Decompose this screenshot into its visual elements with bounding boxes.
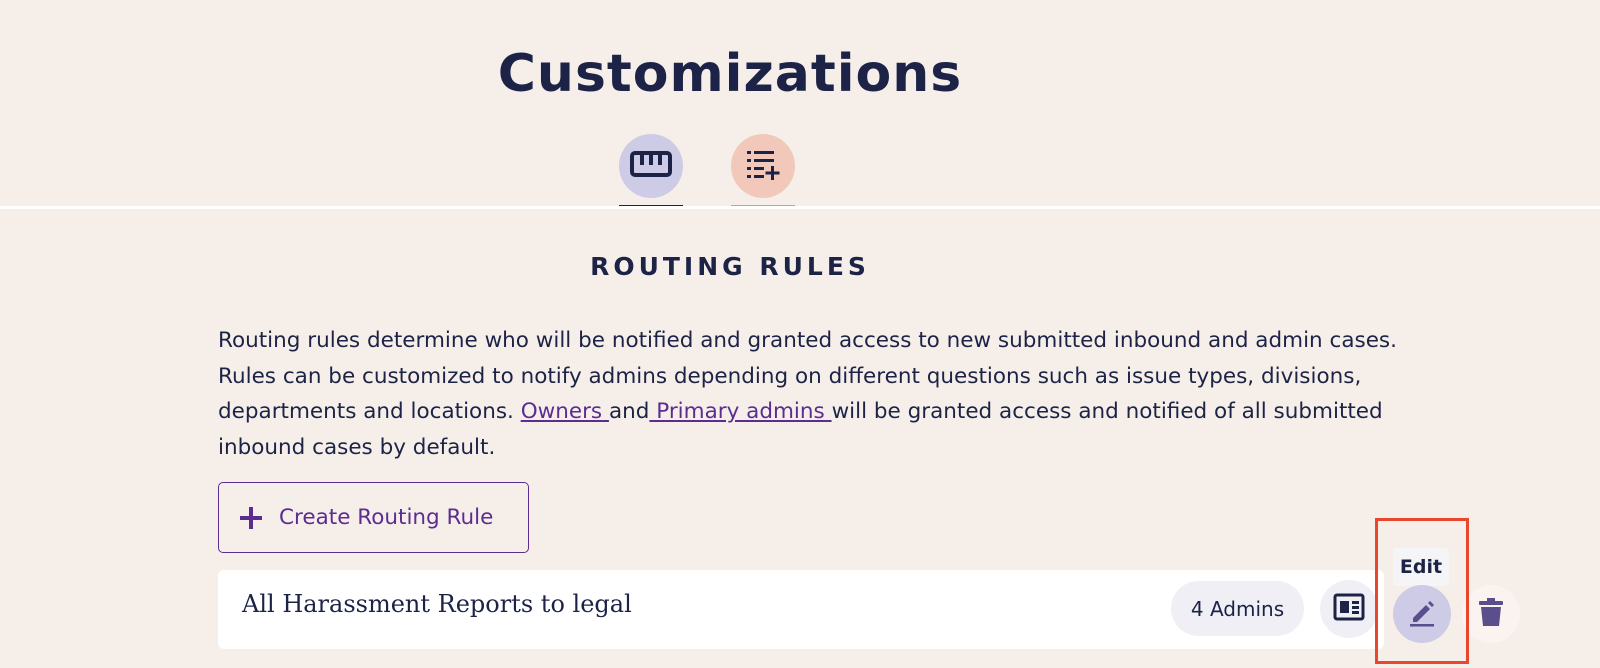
tab-routing-rules[interactable] <box>619 134 683 198</box>
playlist-add-icon <box>746 148 780 184</box>
create-routing-rule-label: Create Routing Rule <box>279 505 494 530</box>
trash-icon <box>1478 597 1504 631</box>
customizations-page: Customizations ROUTING RULES Routing rul… <box>0 0 1600 668</box>
section-heading: ROUTING RULES <box>590 252 870 281</box>
description-and-text: and <box>608 399 650 424</box>
delete-button[interactable] <box>1462 585 1520 643</box>
details-button[interactable] <box>1320 580 1378 638</box>
routing-rules-description: Routing rules determine who will be noti… <box>218 323 1408 465</box>
tab-custom-questions[interactable] <box>731 134 795 198</box>
create-routing-rule-button[interactable]: Create Routing Rule <box>218 482 529 553</box>
admins-count-button[interactable]: 4 Admins <box>1171 581 1304 636</box>
edit-tooltip: Edit <box>1393 548 1449 586</box>
tabs-divider <box>0 206 1600 209</box>
ruler-icon <box>630 150 672 182</box>
owners-link[interactable]: Owners <box>521 399 609 424</box>
rule-name: All Harassment Reports to legal <box>242 590 632 618</box>
plus-icon <box>239 506 263 530</box>
edit-icon <box>1407 597 1437 631</box>
page-title: Customizations <box>497 44 963 104</box>
edit-button[interactable] <box>1393 585 1451 643</box>
details-icon <box>1333 593 1365 625</box>
primary-admins-link[interactable]: Primary admins <box>649 399 831 424</box>
